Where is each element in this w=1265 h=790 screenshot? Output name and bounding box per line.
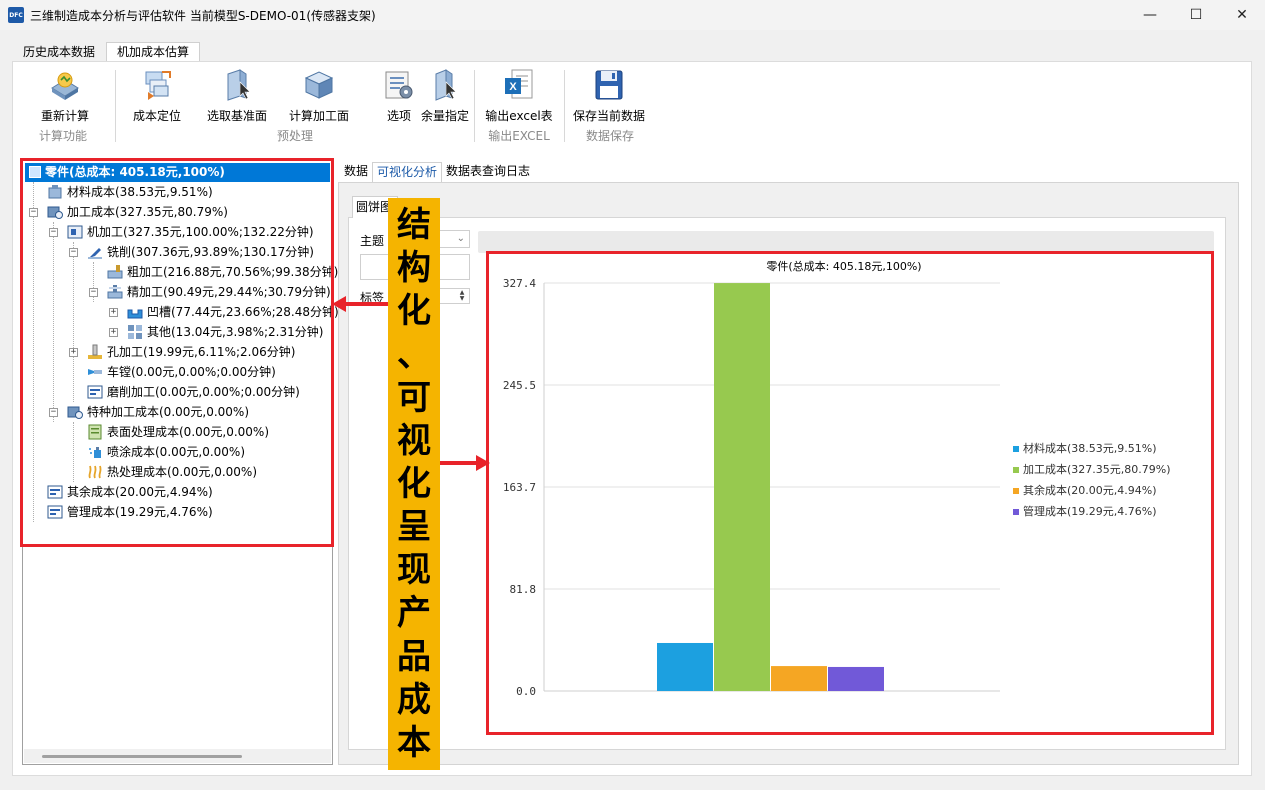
chart-toolbar <box>478 231 1214 253</box>
banner-char: 现 <box>397 550 431 591</box>
export-excel-label: 输出excel表 <box>485 109 553 123</box>
cost-locate-icon <box>145 71 171 100</box>
banner-char: 构 <box>397 248 431 289</box>
main-tabs: 历史成本数据 机加成本估算 <box>12 42 201 62</box>
title-bar: DFC 三维制造成本分析与评估软件 当前模型S-DEMO-01(传感器支架) —… <box>0 0 1265 30</box>
allowance-icon <box>435 69 457 101</box>
tab-history-cost[interactable]: 历史成本数据 <box>12 42 106 62</box>
left-arrow-icon <box>332 296 388 312</box>
recalculate-label: 重新计算 <box>40 109 89 123</box>
ribbon-group-excel: X 输出excel表 输出EXCEL <box>475 62 563 150</box>
maximize-icon[interactable]: ☐ <box>1173 0 1219 30</box>
theme-label: 主题 <box>360 234 385 248</box>
ribbon-group-save: 保存当前数据 数据保存 <box>565 62 655 150</box>
close-icon[interactable]: ✕ <box>1219 0 1265 30</box>
calc-surface-label: 计算加工面 <box>288 109 349 123</box>
tab-query-log[interactable]: 数据表查询日志 <box>442 162 534 182</box>
scrollbar-thumb[interactable] <box>42 755 242 758</box>
tab-visual-analysis[interactable]: 可视化分析 <box>372 162 443 182</box>
ribbon-group-preprocess: 成本定位 选取基准面 计算加工面 选项 余量指定 预处理 <box>117 62 473 150</box>
banner-char: 结 <box>397 205 431 246</box>
minimize-icon[interactable]: — <box>1127 0 1173 30</box>
tab-machining-cost[interactable]: 机加成本估算 <box>106 42 201 62</box>
right-arrow-icon <box>440 455 490 471</box>
banner-char: 成 <box>397 679 431 720</box>
chart-highlight-box <box>486 251 1214 735</box>
svg-text:X: X <box>509 81 517 93</box>
save-data-label: 保存当前数据 <box>572 109 645 123</box>
tree-highlight-box <box>20 158 334 547</box>
ribbon-group-calc: 重新计算 计算功能 <box>13 62 113 150</box>
chevron-down-icon: ⌄ <box>456 233 465 244</box>
calc-surface-button[interactable]: 计算加工面 <box>281 68 357 128</box>
app-icon: DFC <box>8 7 24 23</box>
save-data-button[interactable]: 保存当前数据 <box>571 68 647 128</box>
banner-char: 本 <box>397 722 431 763</box>
cost-locate-button[interactable]: 成本定位 <box>119 68 195 128</box>
ribbon-separator <box>115 70 116 142</box>
banner-char: 化 <box>397 463 431 504</box>
cost-locate-label: 成本定位 <box>132 109 181 123</box>
banner-char: 视 <box>397 420 431 461</box>
tree-horizontal-scrollbar[interactable] <box>24 749 331 763</box>
window-title: 三维制造成本分析与评估软件 当前模型S-DEMO-01(传感器支架) <box>30 8 376 23</box>
banner-char: 呈 <box>397 507 431 548</box>
allowance-button[interactable]: 余量指定 <box>407 68 483 128</box>
banner-char: 可 <box>397 377 431 418</box>
group-label-excel: 输出EXCEL <box>488 129 550 143</box>
banner-char: 、 <box>397 334 431 375</box>
group-label-preprocess: 预处理 <box>276 129 313 143</box>
spinner-arrows-icon: ▲ ▼ <box>459 289 465 302</box>
ribbon: 重新计算 计算功能 成本定位 选取基准面 计算加工面 选项 余量指定 预处理 X… <box>12 61 1252 151</box>
group-label-calc: 计算功能 <box>38 129 87 143</box>
right-tabs: 数据 可视化分析 数据表查询日志 <box>340 162 534 182</box>
save-icon <box>595 70 623 100</box>
select-datum-button[interactable]: 选取基准面 <box>199 68 275 128</box>
excel-icon: X <box>505 69 533 99</box>
export-excel-button[interactable]: X 输出excel表 <box>481 68 557 128</box>
tab-data[interactable]: 数据 <box>340 162 372 182</box>
select-datum-icon <box>227 69 251 101</box>
group-label-save: 数据保存 <box>585 129 634 143</box>
recalculate-button[interactable]: 重新计算 <box>27 68 103 128</box>
allowance-label: 余量指定 <box>420 109 469 123</box>
banner-char: 产 <box>397 593 431 634</box>
calc-surface-icon <box>304 71 334 99</box>
annotation-banner: 结 构 化 、 可 视 化 呈 现 产 品 成 本 <box>388 198 440 770</box>
banner-char: 化 <box>397 291 431 332</box>
recalculate-icon <box>51 72 79 100</box>
select-datum-label: 选取基准面 <box>206 109 267 123</box>
banner-char: 品 <box>397 636 431 677</box>
